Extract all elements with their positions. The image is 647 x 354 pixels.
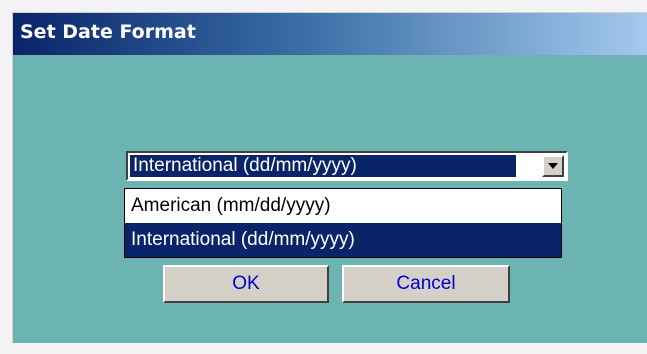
- dropdown-button[interactable]: [542, 155, 564, 177]
- ok-button[interactable]: OK: [163, 265, 329, 303]
- set-date-format-dialog: Set Date Format International (dd/mm/yyy…: [12, 12, 647, 343]
- window-title: Set Date Format: [20, 21, 196, 43]
- date-format-selected-value[interactable]: International (dd/mm/yyyy): [130, 155, 516, 177]
- chevron-down-icon: [548, 163, 558, 169]
- title-bar[interactable]: Set Date Format: [13, 13, 647, 55]
- date-format-select[interactable]: International (dd/mm/yyyy): [126, 151, 568, 181]
- date-format-dropdown-list[interactable]: American (mm/dd/yyyy) International (dd/…: [124, 188, 562, 258]
- option-international[interactable]: International (dd/mm/yyyy): [125, 223, 561, 257]
- screenshot-frame: Set Date Format International (dd/mm/yyy…: [0, 0, 647, 354]
- cancel-button[interactable]: Cancel: [342, 265, 510, 303]
- option-american[interactable]: American (mm/dd/yyyy): [125, 189, 561, 223]
